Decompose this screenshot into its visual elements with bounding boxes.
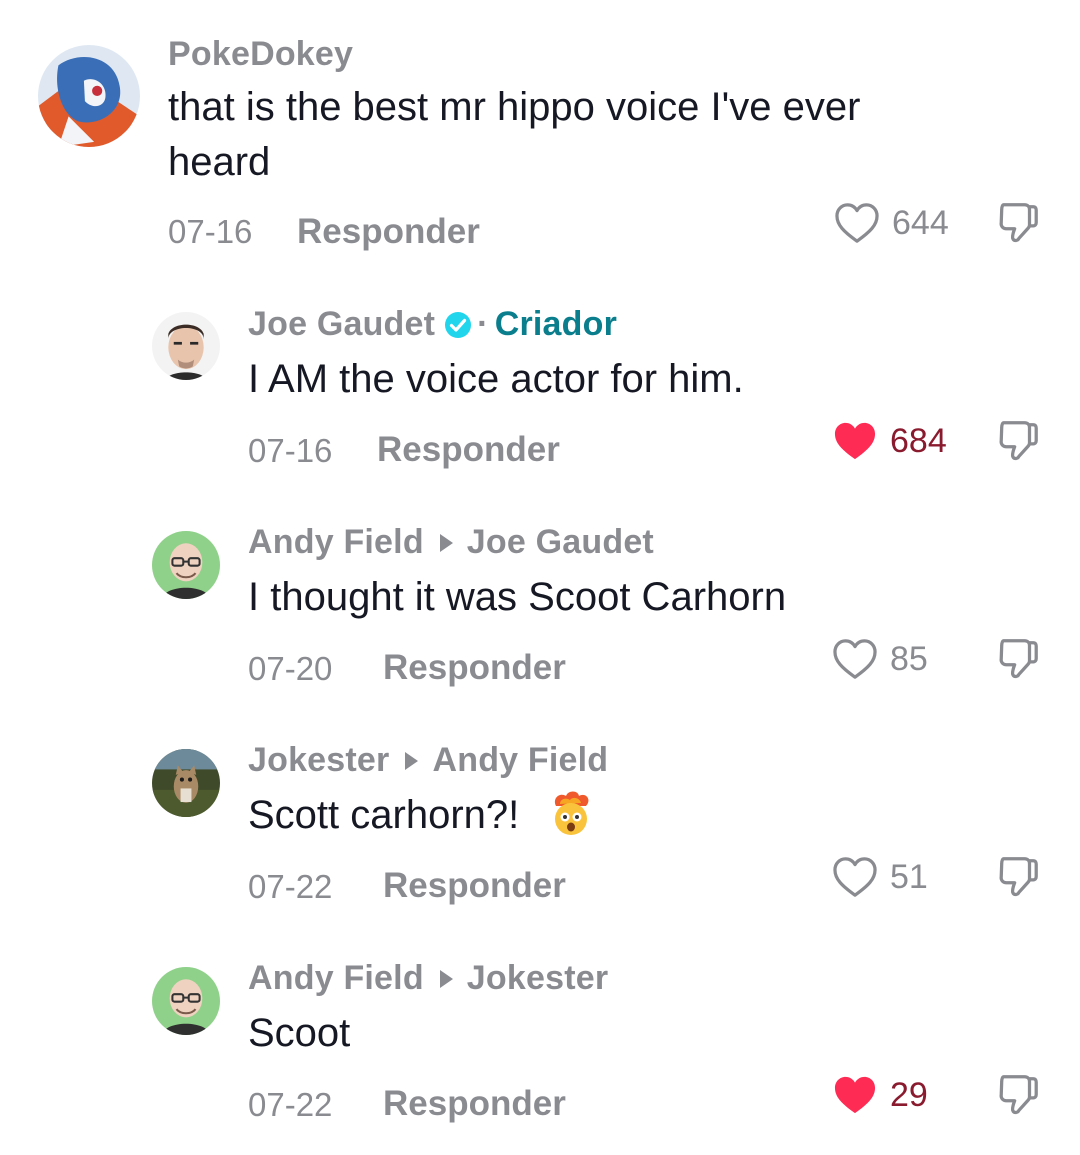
comment-author: Jokester Andy Field <box>248 741 608 780</box>
comment-text: that is the best mr hippo voice I've eve… <box>168 80 860 190</box>
comment-date: 07-16 <box>168 213 253 250</box>
like-count: 51 <box>890 858 928 896</box>
comment-author[interactable]: PokeDokey <box>168 35 353 74</box>
thumbs-down-icon[interactable] <box>995 417 1041 465</box>
comment-text-line: that is the best mr hippo voice I've eve… <box>168 85 861 129</box>
thumbs-down-icon[interactable] <box>995 635 1041 683</box>
comment-author: Andy Field Jokester <box>248 959 608 998</box>
author-name[interactable]: Andy Field <box>248 523 424 562</box>
bald-man-glasses-avatar[interactable] <box>152 967 220 1035</box>
reply-button[interactable]: Responder <box>383 866 566 906</box>
comment-text-line: heard <box>168 140 271 184</box>
reply-button[interactable]: Responder <box>377 430 560 470</box>
reply-arrow-icon <box>439 533 453 552</box>
author-name[interactable]: Andy Field <box>248 959 424 998</box>
comment-text: I AM the voice actor for him. <box>248 357 744 401</box>
like-count: 29 <box>890 1076 928 1114</box>
man-portrait-avatar[interactable] <box>152 312 220 380</box>
separator: · <box>477 305 489 343</box>
reply-to-name[interactable]: Jokester <box>467 959 608 998</box>
reply-to-name[interactable]: Joe Gaudet <box>467 523 654 562</box>
comment-text: Scott carhorn?! <box>248 788 596 843</box>
heart-outline-icon[interactable] <box>832 638 878 680</box>
like-count: 644 <box>892 204 949 242</box>
comment-date: 07-16 <box>248 432 333 469</box>
like-count: 85 <box>890 640 928 678</box>
like-count: 684 <box>890 422 947 460</box>
heart-filled-icon[interactable] <box>832 1074 878 1116</box>
comment-author: Andy Field Joe Gaudet <box>248 523 654 562</box>
reply-arrow-icon <box>405 751 419 770</box>
exploding-head-emoji-icon <box>555 791 589 836</box>
comment-date: 07-22 <box>248 868 333 905</box>
comment-text-content: Scott carhorn?! <box>248 793 520 837</box>
heart-filled-icon[interactable] <box>832 420 878 462</box>
author-name[interactable]: Joe Gaudet <box>248 305 435 344</box>
bald-man-glasses-avatar[interactable] <box>152 531 220 599</box>
thumbs-down-icon[interactable] <box>995 199 1041 247</box>
verified-badge-icon <box>445 311 472 338</box>
comment-text: Scoot <box>248 1011 351 1055</box>
reply-button[interactable]: Responder <box>383 1084 566 1124</box>
heart-outline-icon[interactable] <box>834 202 880 244</box>
reply-button[interactable]: Responder <box>297 212 480 252</box>
pokemon-avatar[interactable] <box>38 45 140 147</box>
heart-outline-icon[interactable] <box>832 856 878 898</box>
thumbs-down-icon[interactable] <box>995 853 1041 901</box>
comment-text: I thought it was Scoot Carhorn <box>248 575 787 619</box>
author-name[interactable]: Jokester <box>248 741 389 780</box>
thumbs-down-icon[interactable] <box>995 1071 1041 1119</box>
reply-button[interactable]: Responder <box>383 648 566 688</box>
creator-label: Criador <box>494 305 618 343</box>
author-name[interactable]: PokeDokey <box>168 35 353 74</box>
reply-to-name[interactable]: Andy Field <box>432 741 608 780</box>
comment-author: Joe Gaudet · Criador <box>248 305 617 344</box>
reply-arrow-icon <box>439 969 453 988</box>
comment-date: 07-20 <box>248 650 333 687</box>
comment-date: 07-22 <box>248 1086 333 1123</box>
cat-avatar[interactable] <box>152 749 220 817</box>
